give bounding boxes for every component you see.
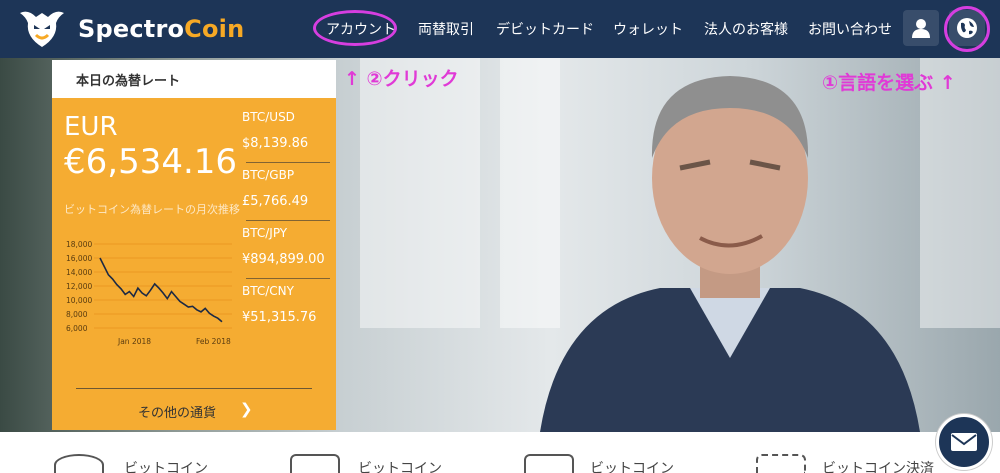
- nav-debit-card[interactable]: デビットカード: [496, 19, 594, 39]
- y-tick-label: 12,000: [66, 282, 92, 291]
- brand-logo[interactable]: SpectroCoin: [14, 7, 244, 51]
- btc-price: €6,534.16: [64, 142, 238, 182]
- chevron-right-icon[interactable]: ❯: [240, 400, 253, 418]
- brand-name: SpectroCoin: [78, 15, 245, 43]
- card-icon: [290, 454, 340, 473]
- pair-btc-usd: BTC/USD $8,139.86: [242, 110, 309, 151]
- account-highlight-circle: [313, 10, 397, 46]
- language-highlight-circle: [944, 6, 990, 52]
- y-tick-label: 10,000: [66, 296, 92, 305]
- btc-monthly-chart: 18,000 16,000 14,000 12,000 10,000 8,000 6,000…: [66, 240, 232, 346]
- feature-1-label[interactable]: ビットコイン: [124, 458, 208, 473]
- y-tick-label: 8,000: [66, 310, 88, 319]
- rates-header: 本日の為替レート: [52, 60, 336, 98]
- more-currencies-link[interactable]: その他の通貨: [138, 402, 216, 421]
- nav-contact[interactable]: お問い合わせ: [808, 19, 892, 39]
- features-strip: ビットコイン ビットコイン ビットコイン ビットコイン決済: [0, 432, 1000, 473]
- nav-wallet[interactable]: ウォレット: [613, 19, 683, 39]
- shop-icon: [756, 454, 806, 473]
- pair-btc-cny: BTC/CNY ¥51,315.76: [242, 284, 317, 325]
- feature-4-label[interactable]: ビットコイン決済: [822, 458, 934, 473]
- bull-logo-icon: [20, 11, 64, 48]
- currency-code: EUR: [64, 112, 118, 142]
- y-tick-label: 18,000: [66, 240, 92, 249]
- nav-exchange[interactable]: 両替取引: [418, 19, 474, 39]
- envelope-icon: [951, 433, 977, 451]
- atm-icon: [524, 454, 574, 473]
- x-tick-label: Jan 2018: [117, 337, 151, 346]
- pair-btc-jpy: BTC/JPY ¥894,899.00: [242, 226, 325, 267]
- x-tick-label: Feb 2018: [196, 337, 231, 346]
- contact-mail-button[interactable]: [936, 414, 992, 470]
- coins-icon: [54, 454, 104, 473]
- rates-card: EUR €6,534.16 ビットコイン為替レートの月次推移 18,000 16,…: [52, 98, 336, 430]
- user-account-button[interactable]: [903, 10, 939, 46]
- nav-business[interactable]: 法人のお客様: [704, 19, 788, 39]
- top-nav-bar: SpectroCoin アカウント 両替取引 デビットカード ウォレット 法人の…: [0, 0, 1000, 58]
- btc-price-line: [99, 257, 223, 323]
- hero-man-photo: [540, 76, 920, 432]
- y-tick-label: 6,000: [66, 324, 88, 333]
- feature-2-label[interactable]: ビットコイン: [358, 458, 442, 473]
- chart-caption: ビットコイン為替レートの月次推移: [64, 203, 240, 216]
- language-hint-annotation: ①言語を選ぶ ↑: [822, 72, 956, 94]
- y-tick-label: 14,000: [66, 268, 92, 277]
- rates-title: 本日の為替レート: [76, 74, 181, 89]
- click-hint-annotation: ↑ ②クリック: [344, 68, 459, 90]
- y-tick-label: 16,000: [66, 254, 92, 263]
- user-icon: [912, 19, 930, 38]
- feature-3-label[interactable]: ビットコイン: [590, 458, 674, 473]
- pair-btc-gbp: BTC/GBP £5,766.49: [242, 168, 309, 209]
